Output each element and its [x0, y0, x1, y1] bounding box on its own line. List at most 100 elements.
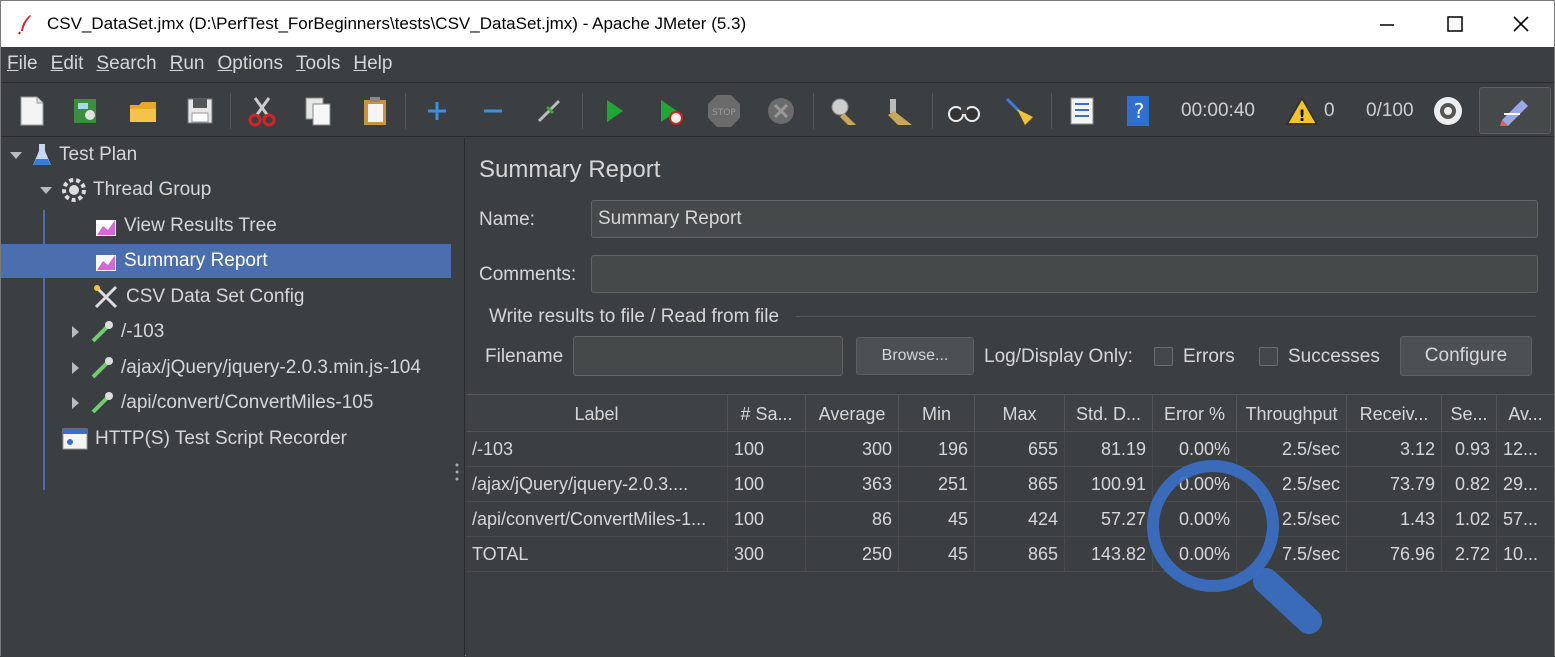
- cell-std-dev: 143.82: [1065, 537, 1153, 572]
- minimize-button[interactable]: [1354, 1, 1420, 47]
- table-row-total[interactable]: TOTAL 300 250 45 865 143.82 0.00% 7.5/se…: [466, 537, 1554, 572]
- search-button[interactable]: [945, 92, 983, 130]
- cell-received: 3.12: [1347, 432, 1442, 467]
- tree-node-view-results-tree[interactable]: View Results Tree: [94, 209, 451, 243]
- column-header-min[interactable]: Min: [899, 395, 975, 433]
- reset-search-button[interactable]: [1000, 92, 1038, 130]
- cell-samples: 100: [728, 467, 806, 502]
- successes-label: Successes: [1288, 346, 1380, 367]
- tree-node-thread-group[interactable]: Thread Group: [31, 173, 451, 207]
- collapsed-arrow-icon[interactable]: [61, 315, 89, 349]
- tree-node-csv-data-set-config[interactable]: CSV Data Set Config: [92, 280, 451, 314]
- copy-button[interactable]: [299, 92, 337, 130]
- templates-button[interactable]: [67, 92, 105, 130]
- cell-sent: 2.72: [1442, 537, 1497, 572]
- column-header-samples[interactable]: # Sa...: [728, 395, 806, 433]
- config-tools-icon: [94, 285, 118, 309]
- menu-edit[interactable]: Edit: [51, 53, 84, 75]
- cell-sent: 1.02: [1442, 502, 1497, 537]
- new-button[interactable]: [13, 92, 51, 130]
- cut-button[interactable]: [243, 92, 281, 130]
- expand-all-button[interactable]: [418, 92, 456, 130]
- toggle-wand-icon: [537, 99, 561, 123]
- open-button[interactable]: [124, 92, 162, 130]
- menu-search[interactable]: Search: [96, 53, 156, 75]
- comments-field[interactable]: [591, 255, 1538, 293]
- file-group-title: Write results to file / Read from file: [489, 306, 780, 327]
- shutdown-button[interactable]: [762, 92, 800, 130]
- minimize-icon: [1380, 24, 1394, 26]
- tree-node-sampler-103[interactable]: /-103: [61, 315, 451, 349]
- cell-samples: 100: [728, 502, 806, 537]
- save-button[interactable]: [181, 92, 219, 130]
- start-no-pauses-button[interactable]: [651, 92, 689, 130]
- collapse-all-button[interactable]: [474, 92, 512, 130]
- maximize-icon: [1447, 16, 1463, 32]
- filename-field[interactable]: [573, 336, 843, 376]
- function-helper-button[interactable]: [1063, 92, 1101, 130]
- flask-icon: [33, 144, 51, 165]
- column-header-avg-bytes[interactable]: Av...: [1497, 395, 1554, 433]
- network-globe-icon: [1434, 97, 1462, 125]
- expand-arrow-icon[interactable]: [31, 173, 61, 207]
- clear-all-button[interactable]: [881, 92, 919, 130]
- browse-button[interactable]: Browse...: [856, 337, 974, 375]
- column-header-sent[interactable]: Se...: [1442, 395, 1497, 433]
- split-pane-divider[interactable]: [451, 138, 465, 657]
- paste-button[interactable]: [356, 92, 394, 130]
- menu-help[interactable]: Help: [353, 53, 392, 75]
- toolbar: STOP ? 00:00:40 ! 0 0/100: [1, 82, 1554, 137]
- start-button[interactable]: [595, 92, 633, 130]
- cell-avg-bytes: 57...: [1503, 509, 1539, 529]
- table-row[interactable]: /-103 100 300 196 655 81.19 0.00% 2.5/se…: [466, 432, 1554, 467]
- tree-node-sampler-104[interactable]: /ajax/jQuery/jquery-2.0.3.min.js-104: [61, 351, 451, 385]
- log-viewer-button[interactable]: [1479, 87, 1551, 134]
- remote-engines-button[interactable]: [1429, 92, 1467, 130]
- help-button[interactable]: ?: [1119, 92, 1157, 130]
- name-field[interactable]: Summary Report: [591, 200, 1538, 238]
- cell-std-dev: 81.19: [1065, 432, 1153, 467]
- column-header-received[interactable]: Receiv...: [1347, 395, 1442, 433]
- errors-label: Errors: [1183, 346, 1235, 367]
- table-row[interactable]: /ajax/jQuery/jquery-2.0.3.... 100 363 25…: [466, 467, 1554, 502]
- errors-checkbox[interactable]: [1154, 347, 1173, 366]
- comments-label: Comments:: [479, 264, 577, 285]
- chart-listener-icon: [96, 255, 116, 271]
- tree-node-test-plan[interactable]: Test Plan: [1, 138, 451, 172]
- collapsed-arrow-icon[interactable]: [61, 351, 89, 385]
- cell-min: 196: [899, 432, 975, 467]
- menu-file[interactable]: File: [7, 53, 38, 75]
- table-row[interactable]: /api/convert/ConvertMiles-1... 100 86 45…: [466, 502, 1554, 537]
- jmeter-window: CSV_DataSet.jmx (D:\PerfTest_ForBeginner…: [0, 0, 1555, 657]
- warnings-indicator[interactable]: !: [1283, 92, 1321, 130]
- clear-button[interactable]: [825, 92, 863, 130]
- configure-button[interactable]: Configure: [1400, 336, 1532, 376]
- summary-report-panel: Summary Report Name: Summary Report Comm…: [466, 138, 1554, 657]
- cell-min: 45: [899, 537, 975, 572]
- expand-arrow-icon[interactable]: [1, 138, 31, 172]
- column-header-error[interactable]: Error %: [1153, 395, 1237, 433]
- tree-node-recorder[interactable]: HTTP(S) Test Script Recorder: [61, 422, 451, 456]
- close-icon: [1513, 16, 1529, 32]
- menu-run[interactable]: Run: [170, 53, 205, 75]
- cell-min: 45: [899, 502, 975, 537]
- collapsed-arrow-icon[interactable]: [61, 386, 89, 420]
- tree-node-sampler-105[interactable]: /api/convert/ConvertMiles-105: [61, 386, 451, 420]
- column-header-average[interactable]: Average: [806, 395, 899, 433]
- column-header-label[interactable]: Label: [466, 395, 728, 433]
- close-button[interactable]: [1488, 1, 1554, 47]
- stop-button[interactable]: STOP: [705, 92, 743, 130]
- open-folder-icon: [130, 102, 156, 122]
- chart-listener-icon: [96, 220, 116, 236]
- column-header-throughput[interactable]: Throughput: [1237, 395, 1347, 433]
- elapsed-timer: 00:00:40: [1181, 100, 1255, 121]
- column-header-max[interactable]: Max: [975, 395, 1065, 433]
- cell-throughput: 2.5/sec: [1237, 502, 1347, 537]
- maximize-button[interactable]: [1422, 1, 1488, 47]
- menu-tools[interactable]: Tools: [296, 53, 340, 75]
- column-header-std-dev[interactable]: Std. D...: [1065, 395, 1153, 433]
- menu-options[interactable]: Options: [217, 53, 282, 75]
- toggle-button[interactable]: [530, 92, 568, 130]
- successes-checkbox[interactable]: [1259, 347, 1278, 366]
- tree-node-summary-report[interactable]: Summary Report: [1, 244, 451, 278]
